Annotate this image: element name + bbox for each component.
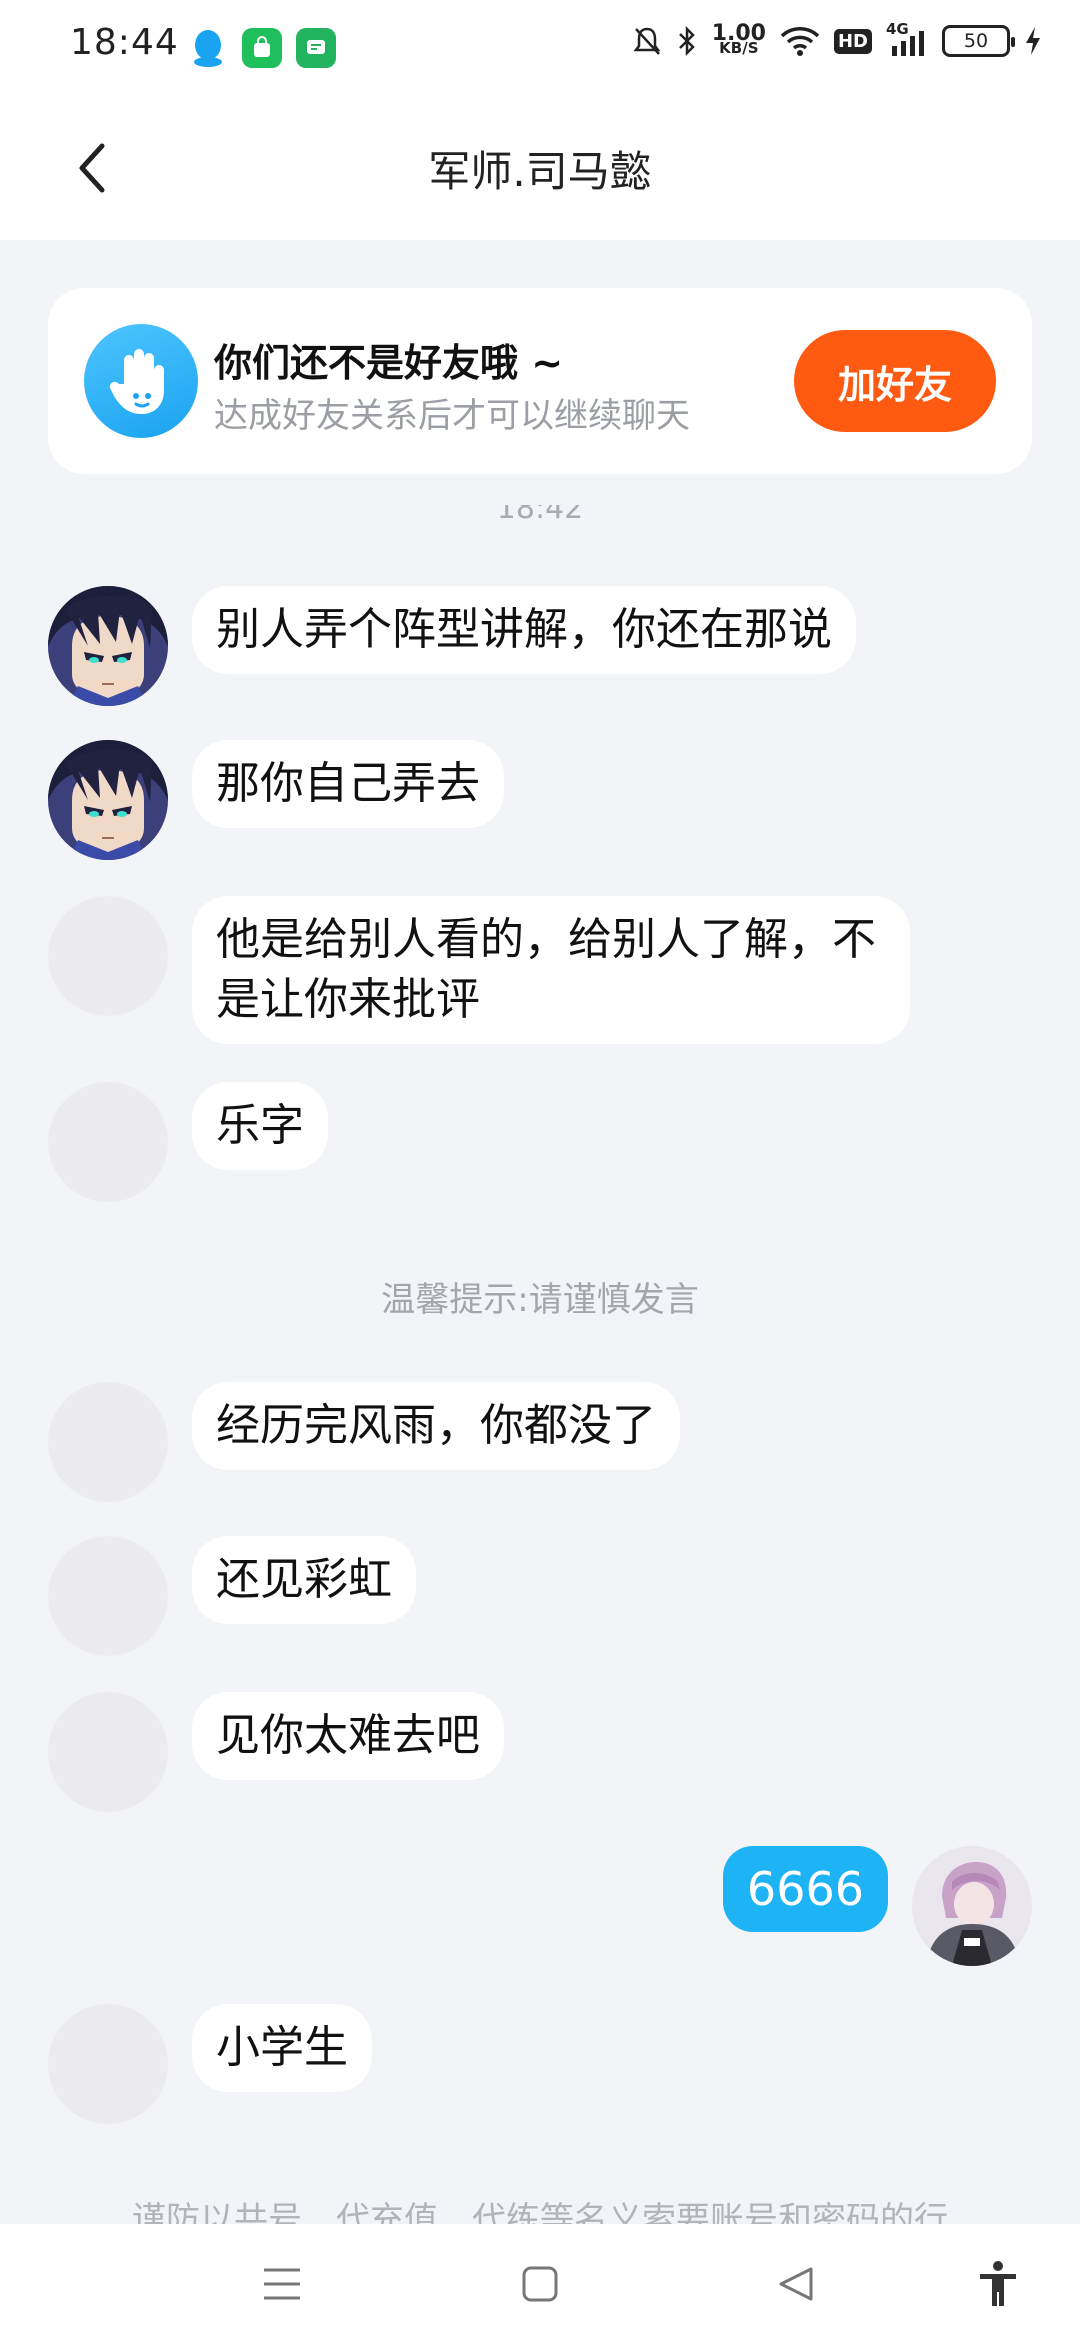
banner-title: 你们还不是好友哦 ~ bbox=[214, 341, 564, 385]
status-bar: 18:44 1.00 KB/S HD 4G 50 bbox=[0, 0, 1080, 96]
network-speed: 1.00 KB/S bbox=[711, 21, 766, 57]
square-home-icon bbox=[522, 2266, 558, 2302]
triangle-back-icon bbox=[779, 2267, 813, 2301]
not-friend-banner: 你们还不是好友哦 ~ 达成好友关系后才可以继续聊天 加好友 bbox=[48, 288, 1032, 474]
status-time: 18:44 bbox=[70, 22, 179, 63]
hd-badge: HD bbox=[833, 28, 872, 54]
my-avatar[interactable] bbox=[912, 1846, 1032, 1966]
signal-indicator: 4G bbox=[886, 20, 928, 58]
chat-header: 军师.司马懿 bbox=[0, 96, 1080, 240]
message-bubble[interactable]: 他是给别人看的，给别人了解，不是让你来批评 bbox=[192, 896, 910, 1044]
message-bubble[interactable]: 别人弄个阵型讲解，你还在那说 bbox=[192, 586, 856, 674]
notification-icons bbox=[188, 28, 336, 68]
security-warning: 谨防以共号、代充值、代练等名义索要账号和密码的行 bbox=[132, 2200, 948, 2226]
qq-icon bbox=[188, 28, 228, 68]
accessibility-key[interactable] bbox=[974, 2260, 1022, 2308]
battery-indicator: 50 bbox=[942, 25, 1015, 57]
sender-avatar[interactable] bbox=[48, 1382, 168, 1502]
message-app-icon bbox=[296, 28, 336, 68]
system-navigation-bar bbox=[0, 2224, 1080, 2340]
sender-avatar[interactable] bbox=[48, 896, 168, 1016]
sender-avatar[interactable] bbox=[48, 1082, 168, 1202]
message-bubble[interactable]: 见你太难去吧 bbox=[192, 1692, 504, 1780]
message-row: 乐字 bbox=[48, 1082, 328, 1202]
message-bubble[interactable]: 还见彩虹 bbox=[192, 1536, 416, 1624]
message-bubble[interactable]: 小学生 bbox=[192, 2004, 372, 2092]
status-indicators: 1.00 KB/S HD 4G 50 bbox=[632, 20, 1042, 58]
charging-icon bbox=[1026, 27, 1040, 55]
wifi-icon bbox=[780, 27, 820, 56]
message-bubble[interactable]: 那你自己弄去 bbox=[192, 740, 504, 828]
message-row: 那你自己弄去 bbox=[48, 740, 504, 860]
store-app-icon bbox=[242, 28, 282, 68]
message-row: 经历完风雨，你都没了 bbox=[48, 1382, 680, 1502]
sender-avatar[interactable] bbox=[48, 586, 168, 706]
message-bubble[interactable]: 经历完风雨，你都没了 bbox=[192, 1382, 680, 1470]
banner-subtitle: 达成好友关系后才可以继续聊天 bbox=[214, 396, 690, 436]
outgoing-message-bubble[interactable]: 6666 bbox=[722, 1846, 888, 1932]
mute-bell-icon bbox=[633, 27, 661, 55]
bluetooth-icon bbox=[678, 25, 695, 57]
menu-icon bbox=[264, 2268, 300, 2300]
sender-avatar[interactable] bbox=[48, 2004, 168, 2124]
sender-avatar[interactable] bbox=[48, 740, 168, 860]
message-row: 他是给别人看的，给别人了解，不是让你来批评 bbox=[48, 896, 910, 1044]
sender-avatar[interactable] bbox=[48, 1536, 168, 1656]
message-row: 见你太难去吧 bbox=[48, 1692, 504, 1812]
back-key[interactable] bbox=[772, 2260, 820, 2308]
outgoing-message-row: 6666 bbox=[722, 1846, 1032, 1966]
message-row: 别人弄个阵型讲解，你还在那说 bbox=[48, 586, 856, 706]
add-friend-button[interactable]: 加好友 bbox=[794, 330, 996, 432]
message-timestamp: 18:42 bbox=[496, 505, 584, 526]
home-key[interactable] bbox=[516, 2260, 564, 2308]
sender-avatar[interactable] bbox=[48, 1692, 168, 1812]
message-row: 还见彩虹 bbox=[48, 1536, 416, 1656]
menu-key[interactable] bbox=[258, 2260, 306, 2308]
caution-tip: 温馨提示:请谨慎发言 bbox=[381, 1280, 699, 1320]
hand-wave-icon bbox=[84, 324, 198, 438]
message-bubble[interactable]: 乐字 bbox=[192, 1082, 328, 1170]
message-row: 小学生 bbox=[48, 2004, 372, 2124]
accessibility-icon bbox=[980, 2261, 1016, 2306]
chat-title: 军师.司马懿 bbox=[428, 147, 652, 196]
